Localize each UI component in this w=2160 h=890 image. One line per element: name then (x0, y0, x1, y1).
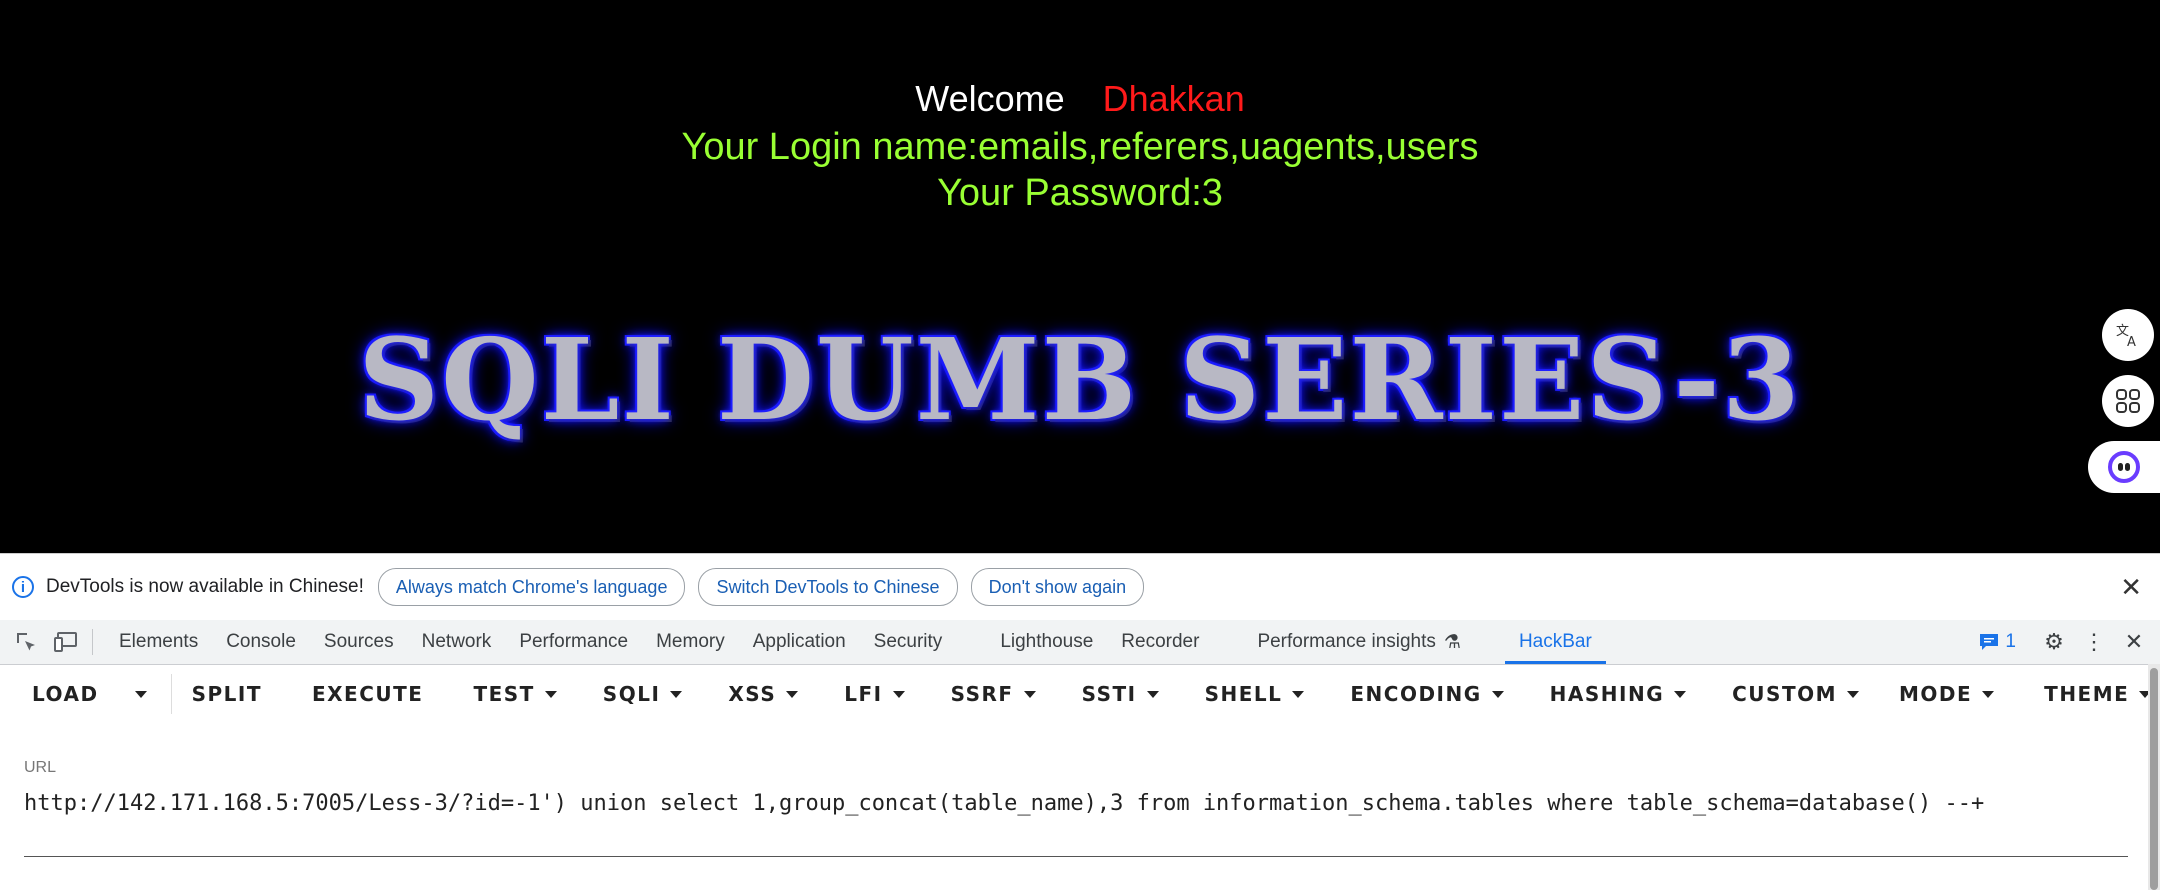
caret-down-icon (786, 690, 799, 698)
assistant-button[interactable] (2088, 441, 2160, 493)
ssti-label: SSTI (1081, 682, 1137, 706)
welcome-username: Dhakkan (1102, 78, 1245, 119)
load-split-group: LOAD (0, 674, 172, 714)
caret-down-icon (1023, 690, 1036, 698)
tab-application[interactable]: Application (739, 620, 860, 664)
tab-separator (92, 629, 93, 655)
devtools-panel: i DevTools is now available in Chinese! … (0, 553, 2160, 890)
caret-down-icon (1292, 690, 1305, 698)
caret-down-icon (670, 690, 683, 698)
welcome-label: Welcome (915, 78, 1065, 119)
url-field-label: URL (24, 759, 57, 776)
xss-label: XSS (728, 682, 777, 706)
hackbar-toolbar: LOAD SPLIT EXECUTE TEST SQLI XSS LFI SSR… (0, 664, 2152, 724)
close-devtools-icon[interactable]: ✕ (2120, 629, 2148, 655)
language-infobar: i DevTools is now available in Chinese! … (0, 554, 2160, 620)
split-button[interactable]: SPLIT (172, 682, 282, 706)
tab-console[interactable]: Console (212, 620, 310, 664)
caret-down-icon (1491, 690, 1504, 698)
theme-menu-button[interactable]: THEME (2024, 682, 2160, 706)
encoding-label: ENCODING (1350, 682, 1482, 706)
ssti-menu-button[interactable]: SSTI (1062, 682, 1179, 706)
issues-counter[interactable]: 1 (1979, 631, 2016, 653)
caret-down-icon (1674, 690, 1687, 698)
assistant-icon (2108, 451, 2140, 483)
tab-performance-insights[interactable]: Performance insights ⚗ (1243, 620, 1475, 664)
caret-down-icon (1982, 690, 1995, 698)
tab-memory[interactable]: Memory (642, 620, 739, 664)
shell-label: SHELL (1204, 682, 1283, 706)
custom-menu-button[interactable]: CUSTOM (1712, 682, 1879, 706)
device-toolbar-icon[interactable] (52, 628, 80, 656)
shell-menu-button[interactable]: SHELL (1185, 682, 1325, 706)
welcome-line: Welcome Dhakkan (0, 78, 2160, 120)
infobar-close-icon[interactable]: ✕ (2120, 572, 2142, 603)
tab-elements[interactable]: Elements (105, 620, 212, 664)
sqli-banner: SQLI DUMB SERIES-3 (358, 315, 1802, 446)
test-label: TEST (473, 682, 535, 706)
tab-performance-insights-label: Performance insights (1257, 631, 1436, 652)
infobar-message: DevTools is now available in Chinese! (46, 576, 364, 597)
theme-label: THEME (2044, 682, 2130, 706)
more-options-icon[interactable]: ⋮ (2080, 629, 2108, 655)
always-match-language-button[interactable]: Always match Chrome's language (377, 568, 686, 606)
caret-down-icon (544, 690, 557, 698)
tab-performance[interactable]: Performance (505, 620, 642, 664)
hashing-menu-button[interactable]: HASHING (1530, 682, 1706, 706)
encoding-menu-button[interactable]: ENCODING (1330, 682, 1523, 706)
flask-icon: ⚗ (1443, 631, 1461, 653)
lfi-label: LFI (844, 682, 883, 706)
settings-gear-icon[interactable]: ⚙ (2040, 629, 2068, 655)
issues-icon (1980, 634, 1999, 650)
sqli-menu-button[interactable]: SQLI (583, 682, 703, 706)
translate-icon: 文 A (2116, 324, 2136, 349)
ssrf-label: SSRF (950, 682, 1014, 706)
load-button[interactable]: LOAD (0, 682, 119, 706)
hackbar-scrollbar[interactable] (2148, 664, 2160, 890)
password-text: Your Password:3 (937, 172, 1223, 214)
caret-down-icon (892, 690, 905, 698)
url-textarea[interactable]: http://142.171.168.5:7005/Less-3/?id=-1'… (24, 786, 2128, 857)
lfi-menu-button[interactable]: LFI (824, 682, 924, 706)
page-viewport: Welcome Dhakkan Your Login name:emails,re… (0, 0, 2160, 553)
apps-icon (2116, 389, 2140, 413)
mode-menu-button[interactable]: MODE (1879, 682, 2014, 706)
scrollbar-thumb[interactable] (2150, 668, 2158, 890)
hashing-label: HASHING (1549, 682, 1665, 706)
execute-button[interactable]: EXECUTE (292, 682, 443, 706)
mode-label: MODE (1899, 682, 1973, 706)
custom-label: CUSTOM (1732, 682, 1837, 706)
tab-hackbar[interactable]: HackBar (1504, 620, 1606, 664)
translate-button[interactable]: 文 A (2102, 309, 2154, 361)
tabbar-right-controls: 1 ⚙ ⋮ ✕ (1979, 620, 2160, 664)
tab-sources[interactable]: Sources (310, 620, 408, 664)
tab-lighthouse[interactable]: Lighthouse (986, 620, 1107, 664)
switch-to-chinese-button[interactable]: Switch DevTools to Chinese (698, 568, 958, 606)
apps-button[interactable] (2102, 375, 2154, 427)
info-icon: i (12, 576, 34, 598)
devtools-tabbar: Elements Console Sources Network Perform… (0, 620, 2160, 665)
caret-down-icon (1847, 690, 1859, 698)
tab-recorder[interactable]: Recorder (1107, 620, 1213, 664)
dont-show-again-button[interactable]: Don't show again (970, 568, 1145, 606)
tab-security[interactable]: Security (860, 620, 957, 664)
issues-count: 1 (2005, 631, 2016, 652)
login-name-text: Your Login name:emails,referers,uagents,… (681, 126, 1479, 168)
caret-down-icon (1146, 690, 1159, 698)
inspect-element-icon[interactable] (12, 628, 40, 656)
xss-menu-button[interactable]: XSS (708, 682, 818, 706)
tab-network[interactable]: Network (408, 620, 506, 664)
ssrf-menu-button[interactable]: SSRF (931, 682, 1056, 706)
svg-text:A: A (2127, 335, 2136, 349)
test-menu-button[interactable]: TEST (453, 682, 576, 706)
sqli-label: SQLI (602, 682, 661, 706)
load-dropdown-caret-icon[interactable] (134, 690, 147, 698)
